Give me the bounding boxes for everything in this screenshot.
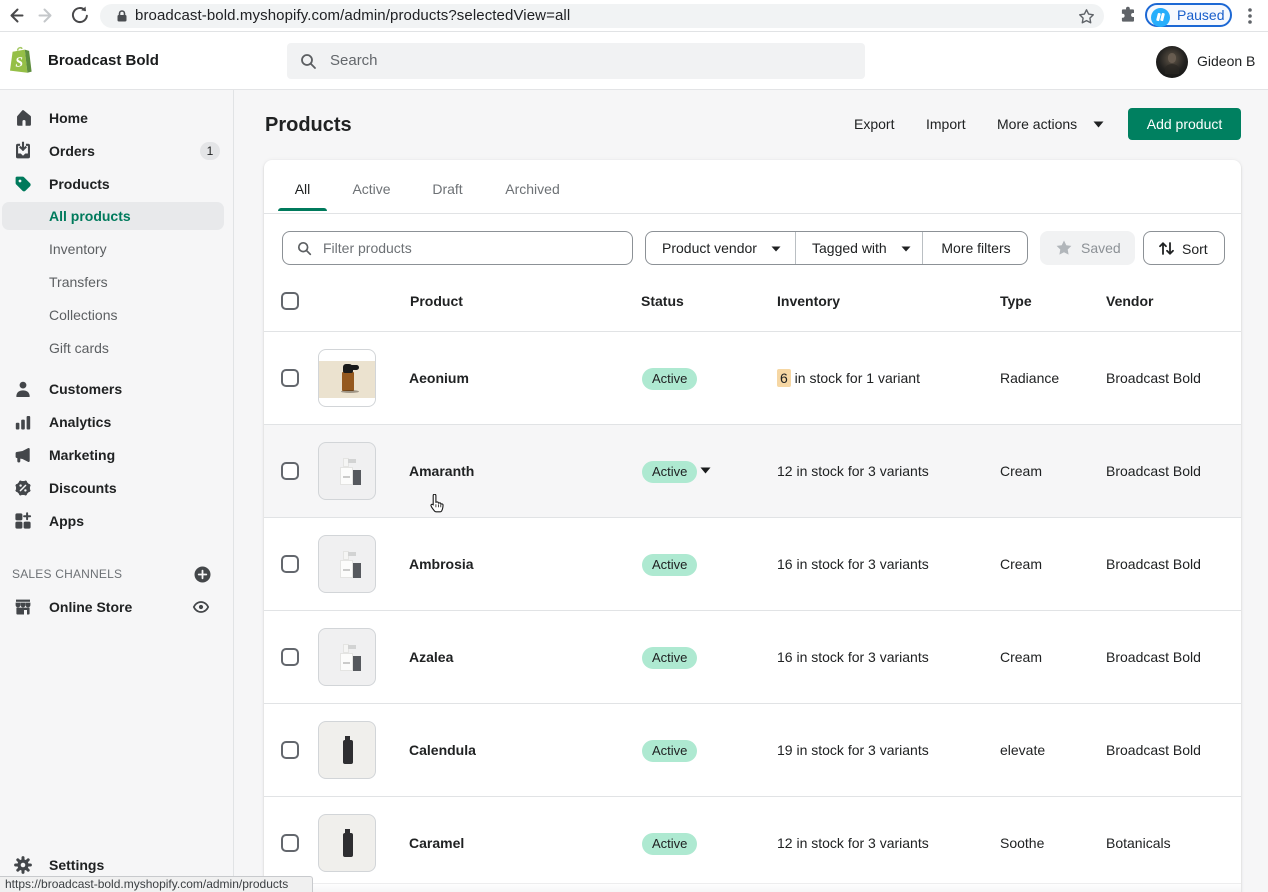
svg-text:S: S	[15, 55, 24, 70]
